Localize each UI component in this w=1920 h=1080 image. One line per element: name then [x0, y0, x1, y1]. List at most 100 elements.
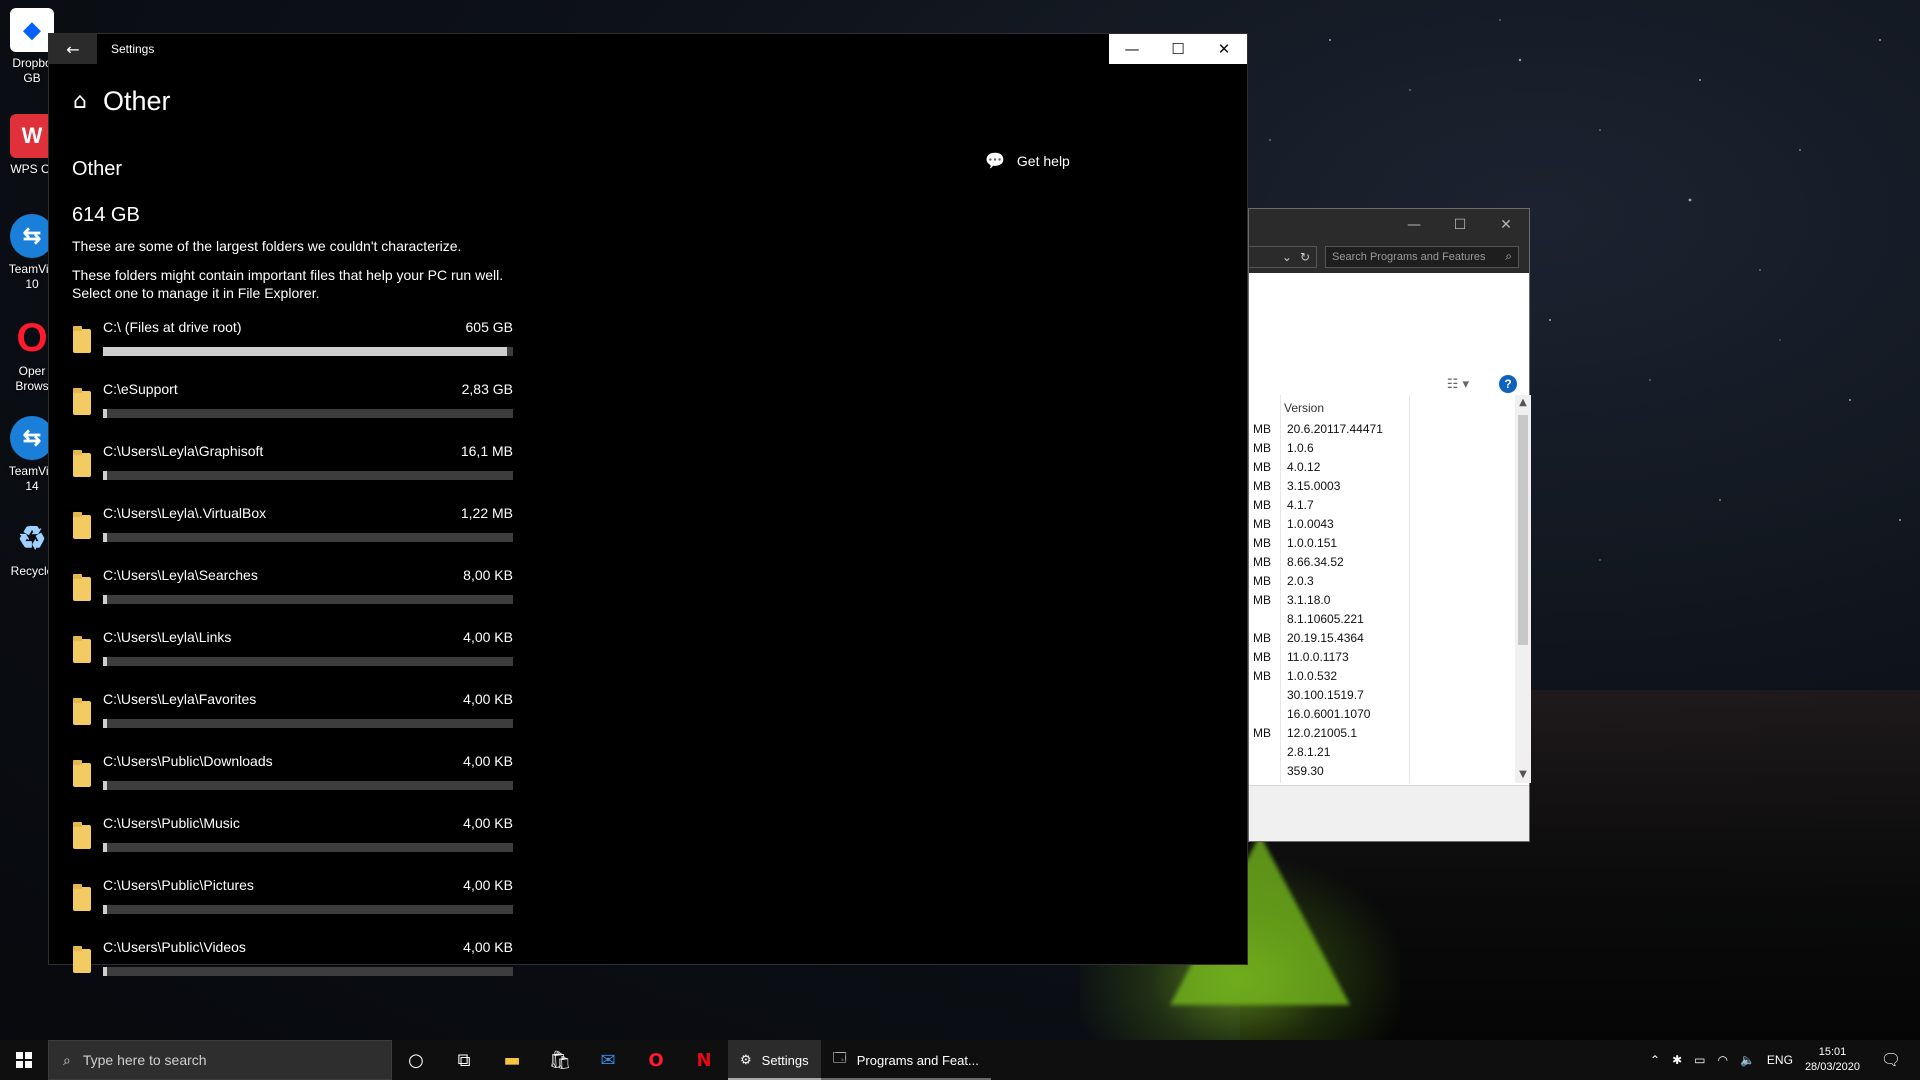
help-icon[interactable]: ? — [1499, 375, 1517, 393]
pf-list-header: Version — [1249, 395, 1531, 783]
start-button[interactable] — [0, 1040, 48, 1080]
chevron-down-icon[interactable]: ⌄ — [1282, 250, 1292, 264]
netflix-icon[interactable]: N — [680, 1040, 728, 1080]
folder-item[interactable]: C:\Users\Public\Videos 4,00 KB — [73, 939, 513, 1001]
version-column-header[interactable]: Version — [1284, 401, 1324, 415]
program-row[interactable]: MB 20.19.15.4364 — [1249, 628, 1515, 647]
mail-icon[interactable]: ✉ — [584, 1040, 632, 1080]
taskbar-app-settings[interactable]: ⚙ Settings — [728, 1040, 821, 1080]
folder-item[interactable]: C:\Users\Leyla\Graphisoft 16,1 MB — [73, 443, 513, 505]
program-row[interactable]: 16.0.6001.1070 — [1249, 704, 1515, 723]
folder-item[interactable]: C:\Users\Public\Music 4,00 KB — [73, 815, 513, 877]
pf-address-field[interactable]: ⌄ ↻ — [1249, 246, 1318, 268]
folder-item[interactable]: C:\ (Files at drive root) 605 GB — [73, 319, 513, 381]
program-version: 20.19.15.4364 — [1287, 631, 1364, 645]
folder-size: 4,00 KB — [463, 753, 513, 769]
program-size: MB — [1253, 574, 1271, 588]
folder-item[interactable]: C:\eSupport 2,83 GB — [73, 381, 513, 443]
program-row[interactable]: MB 2.0.3 — [1249, 571, 1515, 590]
folder-name: C:\Users\Public\Videos — [103, 939, 246, 955]
folder-size: 2,83 GB — [461, 381, 513, 397]
program-row[interactable]: MB 4.1.7 — [1249, 495, 1515, 514]
folder-item[interactable]: C:\Users\Leyla\Links 4,00 KB — [73, 629, 513, 691]
refresh-icon[interactable]: ↻ — [1300, 250, 1310, 264]
file-explorer-icon[interactable]: ▬ — [488, 1040, 536, 1080]
program-version: 8.66.34.52 — [1287, 555, 1344, 569]
pf-minimize-button[interactable]: — — [1391, 209, 1437, 241]
clock-date: 28/03/2020 — [1804, 1061, 1860, 1073]
program-row[interactable]: MB 1.0.6 — [1249, 438, 1515, 457]
pf-rows: MB 20.6.20117.44471 MB 1.0.6 MB 4.0.12 MB 3.15.… — [1249, 419, 1515, 780]
get-help-label: Get help — [1016, 153, 1070, 169]
taskbar-search-input[interactable]: ⌕ Type here to search — [48, 1040, 392, 1080]
description-secondary: These folders might contain important fi… — [72, 267, 504, 301]
program-row[interactable]: MB 4.0.12 — [1249, 457, 1515, 476]
get-help-link[interactable]: 💬 Get help — [985, 151, 1070, 171]
program-row[interactable]: MB 8.66.34.52 — [1249, 552, 1515, 571]
usage-bar-fill — [103, 905, 108, 914]
view-options-icon[interactable]: ☷ ▾ — [1447, 377, 1469, 392]
program-row[interactable]: MB 3.1.18.0 — [1249, 590, 1515, 609]
folder-item[interactable]: C:\Users\Leyla\Favorites 4,00 KB — [73, 691, 513, 753]
page-header: ⌂ Other — [73, 86, 171, 117]
battery-icon[interactable]: ▭ — [1694, 1053, 1705, 1067]
program-row[interactable]: MB 3.15.0003 — [1249, 476, 1515, 495]
program-row[interactable]: MB 20.6.20117.44471 — [1249, 419, 1515, 438]
scroll-down-arrow-icon[interactable]: ▼ — [1515, 767, 1531, 783]
pf-scrollbar[interactable]: ▲ ▼ — [1515, 395, 1531, 783]
program-row[interactable]: 359.30 — [1249, 761, 1515, 780]
back-arrow-icon[interactable]: ← — [49, 34, 97, 64]
program-size: MB — [1253, 498, 1271, 512]
folder-item[interactable]: C:\Users\Leyla\.VirtualBox 1,22 MB — [73, 505, 513, 567]
usage-bar-fill — [103, 595, 108, 604]
volume-icon[interactable]: 🔈 — [1740, 1053, 1755, 1067]
taskbar-app-label: Programs and Feat... — [856, 1052, 979, 1068]
pf-search-input[interactable]: Search Programs and Features ⌕ — [1325, 246, 1519, 268]
notification-center-icon[interactable]: 🗨 — [1872, 1050, 1910, 1070]
chevron-up-icon[interactable]: ⌃ — [1650, 1053, 1660, 1067]
folder-icon — [73, 326, 91, 353]
home-icon[interactable]: ⌂ — [73, 89, 87, 114]
folder-size: 1,22 MB — [460, 505, 513, 521]
program-row[interactable]: 8.1.10605.221 — [1249, 609, 1515, 628]
folder-item[interactable]: C:\Users\Leyla\Searches 8,00 KB — [73, 567, 513, 629]
scroll-up-arrow-icon[interactable]: ▲ — [1515, 395, 1531, 411]
app-tray-icon[interactable]: ✱ — [1672, 1053, 1682, 1067]
program-version: 1.0.0.532 — [1287, 669, 1338, 683]
folder-size: 4,00 KB — [463, 939, 513, 955]
scrollbar-thumb[interactable] — [1518, 415, 1528, 645]
language-indicator[interactable]: ENG — [1767, 1053, 1793, 1067]
program-version: 2.8.1.21 — [1287, 745, 1331, 759]
usage-bar-fill — [103, 409, 108, 418]
program-row[interactable]: MB 1.0.0.151 — [1249, 533, 1515, 552]
minimize-button[interactable]: — — [1109, 34, 1155, 64]
program-row[interactable]: MB 11.0.0.1173 — [1249, 647, 1515, 666]
usage-bar — [103, 595, 513, 604]
program-row[interactable]: MB 12.0.21005.1 — [1249, 723, 1515, 742]
program-row[interactable]: 2.8.1.21 — [1249, 742, 1515, 761]
program-version: 4.0.12 — [1287, 460, 1321, 474]
pf-close-button[interactable]: ✕ — [1483, 209, 1529, 241]
close-button[interactable]: ✕ — [1201, 34, 1247, 64]
pf-maximize-button[interactable]: ☐ — [1437, 209, 1483, 241]
taskbar-app-programs[interactable]: 🗔 Programs and Feat... — [820, 1040, 991, 1080]
windows-logo-icon — [16, 1052, 32, 1068]
task-view-icon[interactable]: ⧉ — [440, 1040, 488, 1080]
store-icon[interactable]: 🛍 — [536, 1040, 584, 1080]
clock[interactable]: 15:01 28/03/2020 — [1805, 1045, 1860, 1075]
pf-titlebar[interactable]: — ☐ ✕ — [1249, 209, 1529, 241]
programs-icon: 🗔 — [832, 1050, 847, 1065]
program-row[interactable]: 30.100.1519.7 — [1249, 685, 1515, 704]
wifi-icon[interactable]: ◠ — [1717, 1053, 1727, 1067]
program-row[interactable]: MB 1.0.0043 — [1249, 514, 1515, 533]
program-size: MB — [1253, 441, 1271, 455]
settings-titlebar[interactable]: ← Settings — ☐ ✕ — [49, 34, 1247, 64]
system-tray: ⌃ ✱ ▭ ◠ 🔈 ENG 15:01 28/03/2020 🗨 — [1650, 1045, 1920, 1075]
usage-bar-fill — [103, 347, 507, 356]
maximize-button[interactable]: ☐ — [1155, 34, 1201, 64]
folder-item[interactable]: C:\Users\Public\Downloads 4,00 KB — [73, 753, 513, 815]
folder-item[interactable]: C:\Users\Public\Pictures 4,00 KB — [73, 877, 513, 939]
opera-taskbar-icon[interactable]: O — [632, 1040, 680, 1080]
program-row[interactable]: MB 1.0.0.532 — [1249, 666, 1515, 685]
cortana-icon[interactable]: ○ — [392, 1040, 440, 1080]
